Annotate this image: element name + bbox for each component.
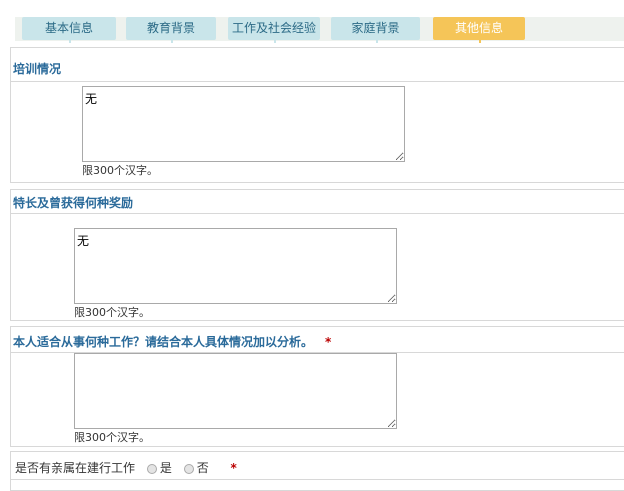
suitable-work-textarea[interactable] — [74, 353, 397, 429]
section-title: 本人适合从事何种工作？请结合本人具体情况加以分析。 * — [13, 333, 331, 350]
char-limit-hint: 限300个汉字。 — [82, 164, 158, 177]
char-limit-hint: 限300个汉字。 — [74, 306, 150, 319]
tab-education[interactable]: 教育背景 — [126, 17, 216, 43]
skills-awards-textarea[interactable]: 无 — [74, 228, 397, 304]
divider — [11, 213, 624, 214]
section-training: 培训情况 无 限300个汉字。 — [10, 47, 624, 183]
section-suitable-work: 本人适合从事何种工作？请结合本人具体情况加以分析。 * 限300个汉字。 — [10, 326, 624, 447]
divider — [11, 81, 624, 82]
radio-yes-label: 是 — [159, 461, 172, 475]
char-limit-hint: 限300个汉字。 — [74, 431, 150, 444]
section-title-text: 本人适合从事何种工作？请结合本人具体情况加以分析。 — [13, 335, 314, 349]
training-textarea[interactable]: 无 — [82, 86, 405, 162]
radio-no[interactable] — [183, 463, 194, 474]
tab-other-info[interactable]: 其他信息 — [433, 17, 525, 43]
relatives-label: 是否有亲属在建行工作 — [15, 461, 136, 475]
section-skills-awards: 特长及曾获得何种奖励 无 限300个汉字。 — [10, 189, 624, 321]
tab-basic-info[interactable]: 基本信息 — [22, 17, 116, 43]
section-title: 特长及曾获得何种奖励 — [13, 196, 134, 210]
radio-yes[interactable] — [146, 463, 157, 474]
tab-work-experience[interactable]: 工作及社会经验 — [228, 17, 320, 43]
required-marker: * — [325, 335, 332, 349]
tab-family[interactable]: 家庭背景 — [331, 17, 420, 43]
section-title: 培训情况 — [13, 62, 62, 76]
relatives-row: 是否有亲属在建行工作 是 否 * — [15, 459, 237, 476]
radio-no-label: 否 — [196, 461, 209, 475]
required-marker: * — [230, 461, 237, 475]
section-relatives: 是否有亲属在建行工作 是 否 * — [10, 451, 624, 491]
